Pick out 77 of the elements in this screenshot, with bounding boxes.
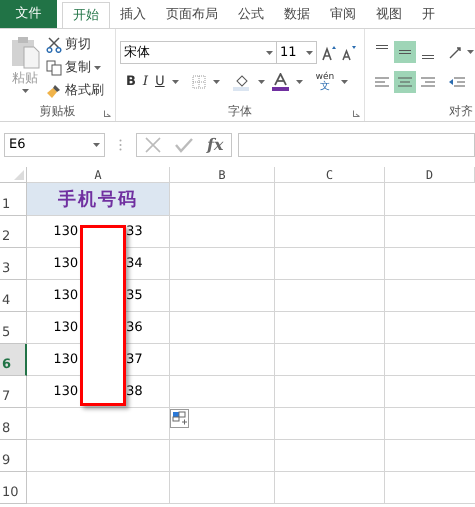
ribbon-tab[interactable]: 插入 (110, 2, 156, 28)
row-header[interactable]: 8 (0, 408, 27, 440)
cell-text: 36 (126, 318, 143, 337)
ribbon-tab[interactable]: 公式 (228, 2, 274, 28)
cell-text: 35 (126, 286, 143, 305)
align-lines-icon (374, 45, 390, 49)
cell-text: 38 (126, 382, 143, 401)
cell-text: 130 (53, 286, 78, 305)
dialog-launcher-icon[interactable] (104, 110, 111, 117)
column-header[interactable]: B (170, 167, 275, 183)
dropdown-icon[interactable] (212, 80, 220, 84)
align-lines-icon (397, 50, 413, 54)
borders-icon[interactable] (192, 75, 206, 89)
cell-text: 34 (126, 254, 143, 273)
horizontal-align-button[interactable] (394, 71, 416, 93)
paintbrush-icon (46, 83, 62, 99)
format-painter-button[interactable]: 格式刷 (46, 81, 104, 101)
copy-button[interactable]: 复制 (46, 58, 104, 78)
vertical-align-button[interactable] (394, 41, 416, 63)
bold-button[interactable]: B (126, 72, 136, 92)
paste-options-icon[interactable] (170, 409, 189, 428)
row-header[interactable]: 4 (0, 280, 27, 312)
align-lines-icon (420, 55, 436, 59)
cell-text: 130 (53, 318, 78, 337)
ribbon-tab[interactable]: 视图 (366, 2, 412, 28)
row-header[interactable]: 5 (0, 312, 27, 344)
row-header[interactable]: 6 (0, 344, 27, 376)
paste-dropdown-icon[interactable] (22, 88, 28, 92)
ribbon-tab[interactable]: 页面布局 (156, 2, 228, 28)
row-header[interactable]: 1 (0, 183, 27, 216)
table-cell: 手机号码 (27, 183, 170, 216)
dropdown-icon[interactable] (172, 80, 179, 84)
drag-handle-icon[interactable] (119, 138, 122, 150)
phonetic-guide-button[interactable]: wén 文 (316, 72, 334, 92)
cell-text: 37 (126, 350, 143, 369)
name-box[interactable]: E6 (4, 132, 105, 156)
row-header[interactable]: 9 (0, 440, 27, 472)
copy-icon (46, 60, 62, 76)
cell-text: 130 (53, 382, 78, 401)
cell-text: 130 (53, 254, 78, 273)
paste-label: 粘贴 (12, 70, 38, 88)
increase-font-size-icon[interactable] (321, 44, 337, 60)
font-color-icon[interactable] (272, 73, 289, 91)
cell-text: 130 (53, 222, 78, 241)
ribbon-tab[interactable]: 审阅 (320, 2, 366, 28)
checkmark-icon[interactable] (175, 136, 193, 152)
dropdown-icon[interactable] (94, 66, 101, 70)
dropdown-icon[interactable] (258, 80, 265, 84)
dropdown-icon[interactable] (93, 142, 100, 146)
cell-text: 33 (126, 222, 143, 241)
row-header[interactable]: 3 (0, 248, 27, 280)
cut-button[interactable]: 剪切 (46, 35, 104, 55)
scissors-icon (46, 37, 62, 53)
underline-button[interactable]: U (155, 72, 165, 92)
dropdown-icon[interactable] (341, 80, 348, 84)
fill-color-icon[interactable] (232, 73, 251, 91)
row-header[interactable]: 2 (0, 216, 27, 248)
decrease-font-size-icon[interactable] (341, 44, 357, 60)
italic-button[interactable]: I (142, 72, 148, 92)
cell-text: 130 (53, 350, 78, 369)
ribbon-tab[interactable]: 开 (412, 2, 445, 28)
group-label: 剪贴板 (40, 103, 76, 120)
dropdown-icon[interactable] (296, 80, 303, 84)
row-header[interactable]: 7 (0, 376, 27, 408)
column-header[interactable]: D (385, 167, 475, 183)
group-label: 字体 (228, 103, 252, 120)
row-header[interactable]: 10 (0, 472, 27, 504)
ribbon-tab[interactable]: 数据 (274, 2, 320, 28)
ribbon-tab[interactable]: 开始 (62, 2, 110, 28)
formula-input[interactable] (238, 132, 475, 156)
dropdown-icon[interactable] (467, 50, 474, 54)
group-label: 对齐 (449, 103, 473, 120)
clipboard-icon (10, 35, 40, 69)
insert-function-button[interactable]: fx (207, 132, 224, 156)
file-tab[interactable]: 文件 (0, 0, 57, 28)
column-header[interactable]: C (275, 167, 385, 183)
dialog-launcher-icon[interactable] (353, 110, 360, 117)
